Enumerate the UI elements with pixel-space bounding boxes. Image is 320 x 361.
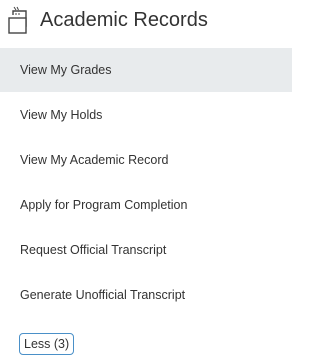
menu-item-request-official-transcript[interactable]: Request Official Transcript (0, 228, 292, 272)
academic-records-panel: Academic Records View My Grades View My … (0, 0, 292, 361)
menu-item-view-my-grades[interactable]: View My Grades (0, 48, 292, 92)
menu-item-apply-for-program-completion[interactable]: Apply for Program Completion (0, 183, 292, 227)
less-button-container: Less (3) (19, 333, 75, 355)
page-title: Academic Records (40, 9, 208, 31)
academic-records-menu: View My Grades View My Holds View My Aca… (0, 48, 292, 317)
menu-item-view-my-holds[interactable]: View My Holds (0, 93, 292, 137)
menu-item-generate-unofficial-transcript[interactable]: Generate Unofficial Transcript (0, 273, 292, 317)
menu-item-view-my-academic-record[interactable]: View My Academic Record (0, 138, 292, 182)
panel-header: Academic Records (0, 0, 292, 42)
less-button[interactable]: Less (3) (19, 333, 75, 355)
transcript-icon (4, 6, 32, 38)
